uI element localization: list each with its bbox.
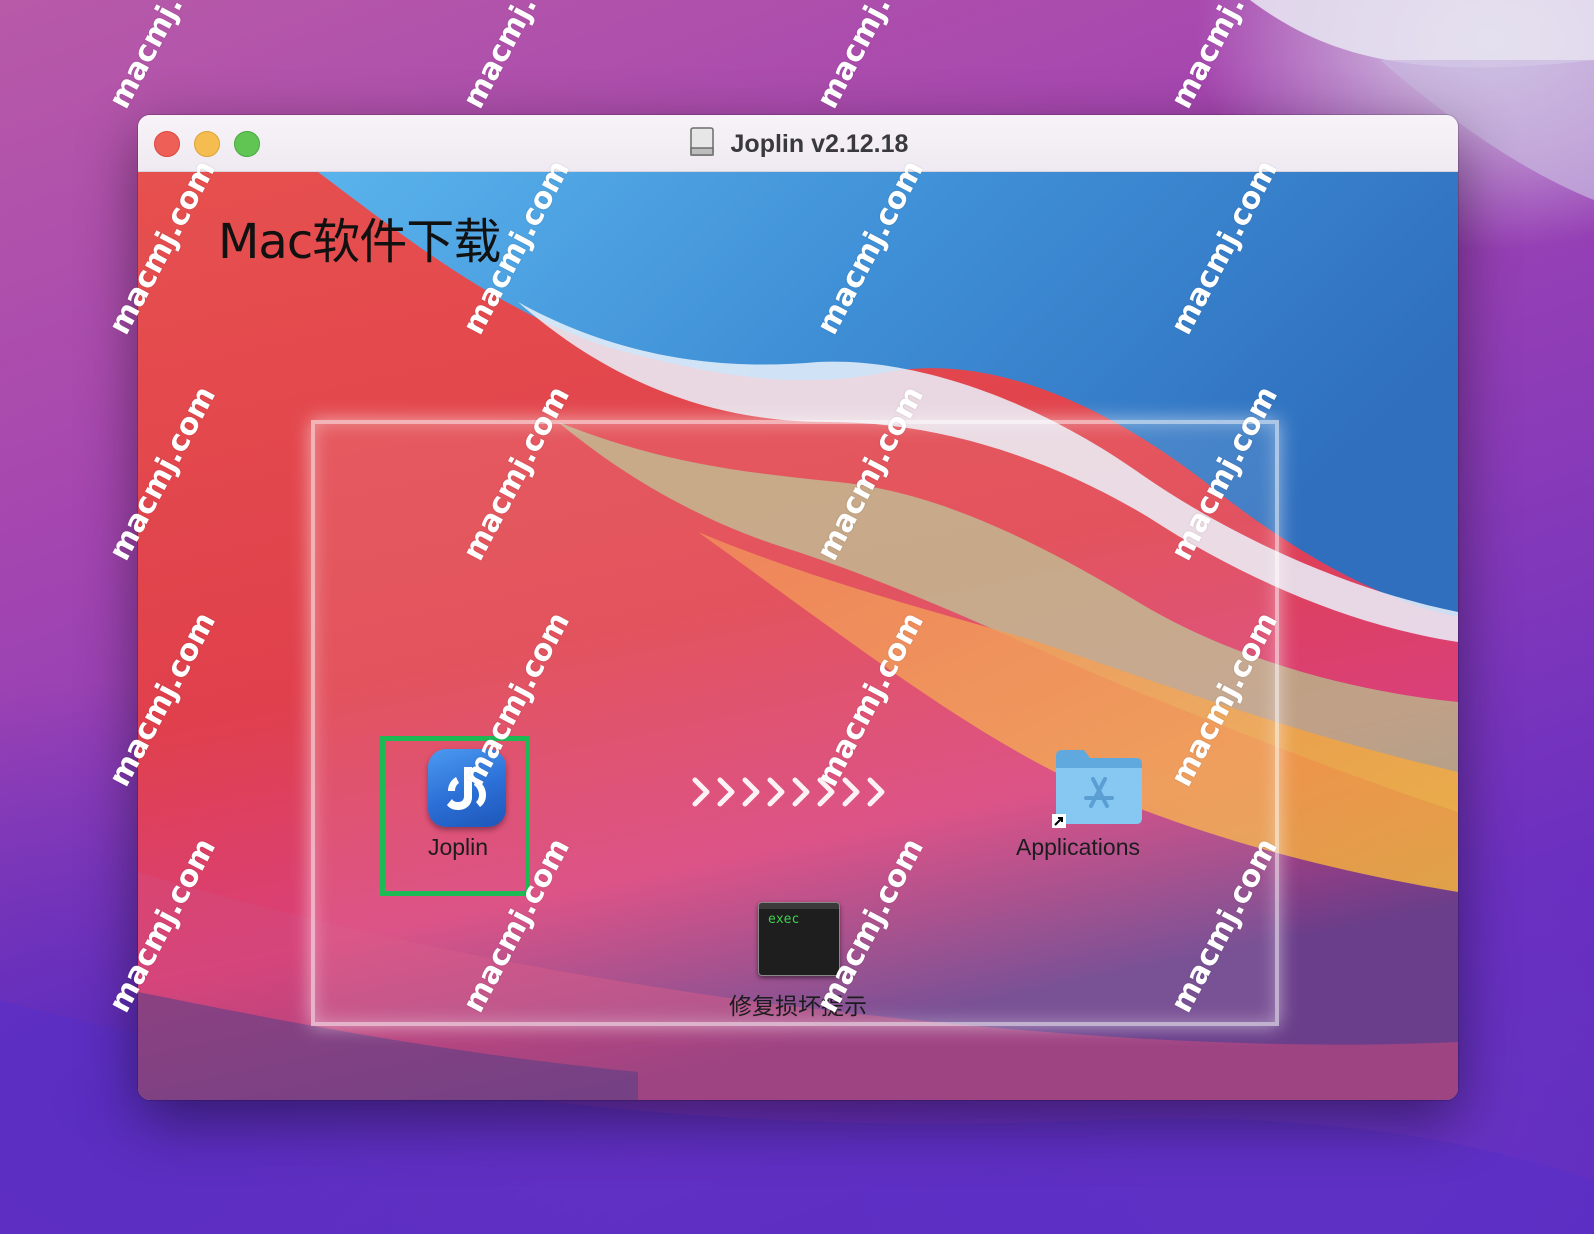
- joplin-label: Joplin: [427, 834, 489, 860]
- dmg-content: Mac软件下载 Joplin Applications exec 修复损坏提示: [138, 172, 1458, 1100]
- exec-script-icon[interactable]: exec: [758, 902, 840, 976]
- watermark: macmj.com: [1164, 0, 1285, 115]
- exec-icon-text: exec: [768, 912, 800, 927]
- title-bar[interactable]: Joplin v2.12.18: [138, 115, 1458, 172]
- watermark: macmj.com: [456, 0, 577, 115]
- heading: Mac软件下载: [218, 214, 501, 270]
- watermark: macmj.com: [102, 0, 223, 115]
- joplin-app-icon[interactable]: [428, 749, 506, 827]
- disk-image-icon: [689, 127, 714, 156]
- window-title-wrap: Joplin v2.12.18: [138, 127, 1458, 159]
- exec-label: 修复损坏提示: [729, 994, 867, 1020]
- joplin-logo-icon: [447, 767, 486, 810]
- exec-item[interactable]: 修复损坏提示: [698, 987, 898, 1021]
- applications-label: Applications: [1015, 834, 1141, 860]
- watermark: macmj.com: [810, 0, 931, 115]
- terminal-bar: [759, 903, 839, 909]
- applications-folder-icon[interactable]: [1050, 746, 1146, 832]
- dmg-window: Joplin v2.12.18 Mac软件下载 Joplin Applicati…: [138, 115, 1458, 1100]
- applications-item[interactable]: Applications: [978, 834, 1178, 861]
- window-title: Joplin v2.12.18: [730, 130, 909, 158]
- joplin-item[interactable]: Joplin: [383, 834, 533, 861]
- drag-arrows: [692, 777, 885, 807]
